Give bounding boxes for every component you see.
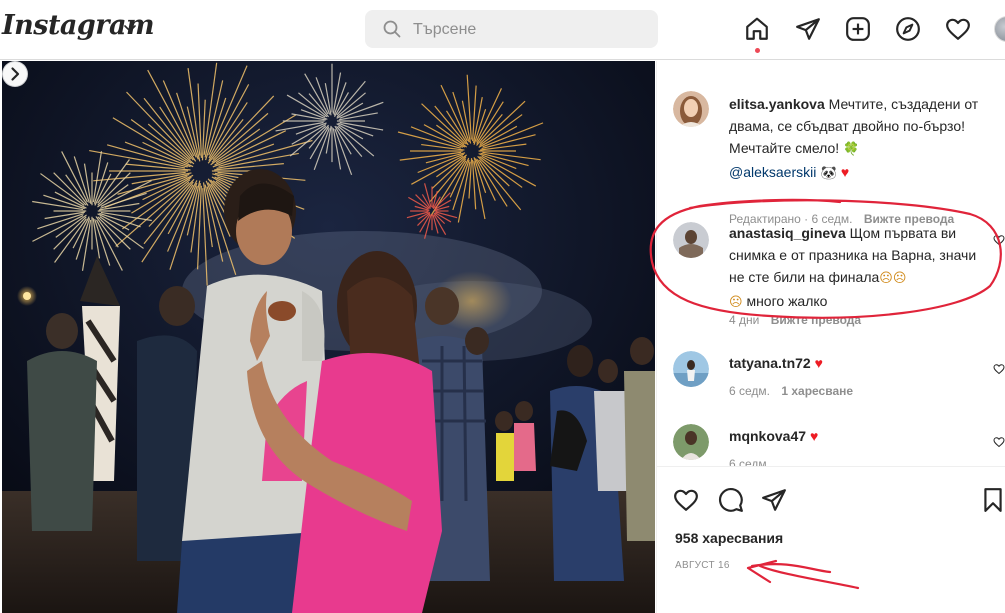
- fireworks-couple-image: [2, 61, 655, 613]
- four-leaf-clover-icon: 🍀: [843, 142, 860, 157]
- comment-time[interactable]: 6 седм.: [729, 457, 770, 466]
- comment-text: mqnkova47 ♥: [729, 425, 991, 447]
- comment-meta: 6 седм.: [729, 457, 770, 466]
- comment-time[interactable]: 4 дни: [729, 313, 759, 327]
- new-post-icon[interactable]: [845, 16, 871, 42]
- red-heart-icon: ♥: [814, 355, 823, 371]
- comments-list[interactable]: elitsa.yankova Мечтите, създадени от два…: [657, 61, 1005, 466]
- comment-likes-count[interactable]: 1 харесване: [781, 384, 853, 398]
- share-icon[interactable]: [761, 487, 787, 513]
- home-active-dot: [755, 48, 760, 53]
- like-heart-icon[interactable]: [673, 487, 699, 513]
- panda-icon: 🐼: [816, 166, 841, 181]
- avatar[interactable]: [673, 351, 709, 387]
- likes-count[interactable]: 958 харесвания: [675, 530, 783, 546]
- comment-text: anastasiq_gineva Щом първата ви снимка е…: [729, 222, 991, 314]
- post-date[interactable]: АВГУСТ 16: [675, 560, 730, 571]
- search-input[interactable]: Търсене: [413, 21, 476, 39]
- comment-text: elitsa.yankova Мечтите, създадени от два…: [729, 93, 991, 185]
- comment-icon[interactable]: [718, 487, 744, 513]
- search-bar[interactable]: Търсене: [365, 10, 658, 48]
- save-bookmark-icon[interactable]: [980, 487, 1005, 513]
- comment-username[interactable]: mqnkova47: [729, 428, 806, 444]
- comment-username[interactable]: elitsa.yankova: [729, 96, 825, 112]
- like-comment-heart-icon[interactable]: [993, 234, 1005, 246]
- activity-heart-icon[interactable]: [945, 16, 971, 42]
- like-comment-heart-icon[interactable]: [993, 436, 1005, 448]
- comment-time[interactable]: 6 седм.: [729, 384, 770, 398]
- profile-avatar[interactable]: [994, 16, 1005, 42]
- avatar[interactable]: [673, 222, 709, 258]
- next-photo-button[interactable]: [2, 61, 28, 87]
- search-icon: [383, 20, 401, 38]
- see-translation-link[interactable]: Вижте превода: [771, 313, 861, 327]
- explore-icon[interactable]: [895, 16, 921, 42]
- avatar[interactable]: [673, 91, 709, 127]
- like-comment-heart-icon[interactable]: [993, 363, 1005, 375]
- red-heart-icon: ♥: [809, 428, 819, 444]
- comment-username[interactable]: tatyana.tn72: [729, 355, 811, 371]
- direct-message-icon[interactable]: [795, 16, 821, 42]
- post-actions: 958 харесвания АВГУСТ 16: [657, 466, 1005, 613]
- comment-meta: 6 седм. 1 харесване: [729, 384, 853, 398]
- post-photo[interactable]: [2, 61, 655, 613]
- sad-face-icon: ☹☹: [879, 271, 907, 286]
- comments-panel: elitsa.yankova Мечтите, създадени от два…: [656, 61, 1005, 613]
- top-navigation-bar: Instagram Търсене: [0, 0, 1005, 60]
- avatar[interactable]: [673, 424, 709, 460]
- comment-meta: 4 дни Вижте превода: [729, 313, 861, 327]
- comment-text: tatyana.tn72 ♥: [729, 352, 991, 374]
- comment-content-end: много жалко: [742, 293, 828, 309]
- sad-face-icon: ☹: [729, 295, 743, 310]
- home-icon[interactable]: [744, 16, 770, 42]
- comment-username[interactable]: anastasiq_gineva: [729, 225, 846, 241]
- red-heart-icon: ♥: [840, 164, 850, 180]
- chevron-down-icon[interactable]: [122, 20, 138, 36]
- mention-link[interactable]: @aleksaerskii: [729, 164, 816, 180]
